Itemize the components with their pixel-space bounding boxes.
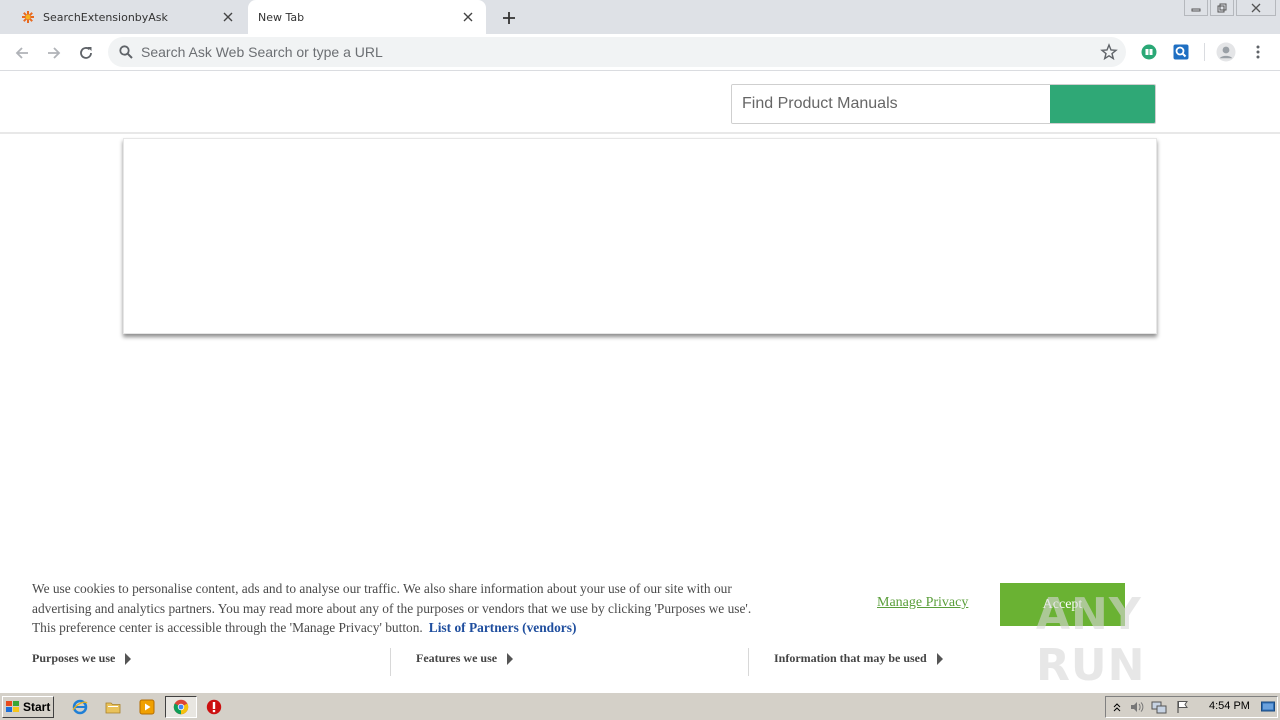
section-divider: [748, 648, 749, 676]
information-label: Information that may be used: [774, 651, 927, 665]
watermark-text: ANY RUN: [1036, 589, 1146, 691]
address-bar[interactable]: [108, 37, 1126, 67]
information-toggle[interactable]: Information that may be used: [774, 651, 943, 666]
reload-button[interactable]: [74, 41, 98, 65]
system-tray: 4:54 PM: [1105, 696, 1278, 718]
forward-arrow-icon: [48, 47, 61, 59]
window-controls: [1182, 0, 1276, 18]
close-window-button[interactable]: [1236, 0, 1276, 16]
manuals-search-input[interactable]: [732, 85, 1050, 123]
anyrun-watermark: ANY RUN: [1036, 589, 1236, 691]
menu-kebab-icon[interactable]: [1248, 42, 1268, 62]
close-tab-icon[interactable]: [218, 7, 238, 27]
content-card: [123, 138, 1157, 334]
media-player-icon[interactable]: [136, 696, 158, 718]
minimize-button[interactable]: [1184, 0, 1208, 16]
ask-favicon-icon: [20, 9, 36, 25]
opera-warning-icon[interactable]: [203, 696, 225, 718]
network-icon[interactable]: [1151, 700, 1167, 714]
extension-green-icon[interactable]: [1139, 42, 1159, 62]
show-desktop-icon[interactable]: [1260, 700, 1276, 714]
purposes-label: Purposes we use: [32, 651, 116, 665]
start-button[interactable]: Start: [2, 696, 54, 718]
browser-toolbar: [0, 34, 1280, 71]
toolbar-separator: [1204, 43, 1205, 61]
manage-privacy-link[interactable]: Manage Privacy: [877, 595, 968, 611]
section-divider: [390, 648, 391, 676]
start-label: Start: [23, 700, 51, 714]
new-tab-button[interactable]: [498, 7, 520, 29]
cookie-message: We use cookies to personalise content, a…: [32, 581, 752, 635]
tab-title: New Tab: [258, 10, 305, 24]
plus-icon: [503, 12, 515, 24]
tab-searchextension[interactable]: SearchExtensionbyAsk: [8, 0, 246, 34]
chrome-icon: [173, 699, 189, 715]
expand-arrow-icon: [936, 652, 943, 665]
tab-strip: SearchExtensionbyAsk New Tab: [0, 0, 1280, 34]
features-label: Features we use: [416, 651, 498, 665]
page-header: [0, 72, 1280, 134]
back-button[interactable]: [10, 41, 34, 65]
tab-title: SearchExtensionbyAsk: [43, 10, 168, 24]
reload-icon: [80, 47, 92, 59]
taskbar: Start 4:54 PM: [0, 692, 1280, 720]
search-icon: [119, 45, 133, 59]
restore-button[interactable]: [1210, 0, 1234, 16]
back-arrow-icon: [15, 47, 28, 59]
screen: SearchExtensionbyAsk New Tab Search Ask …: [0, 0, 1280, 720]
internet-explorer-icon[interactable]: [69, 696, 91, 718]
profile-avatar-icon[interactable]: [1216, 42, 1236, 62]
purposes-toggle[interactable]: Purposes we use: [32, 651, 132, 666]
tab-new-tab[interactable]: New Tab: [248, 0, 486, 34]
expand-arrow-icon: [507, 652, 514, 665]
tray-expand-icon[interactable]: [1109, 700, 1125, 714]
clock[interactable]: 4:54 PM: [1209, 700, 1250, 712]
address-input[interactable]: [141, 42, 1081, 62]
close-tab-icon[interactable]: [458, 7, 478, 27]
windows-logo-icon: [6, 701, 19, 712]
extension-search-icon[interactable]: [1171, 42, 1191, 62]
volume-icon[interactable]: [1129, 700, 1145, 714]
expand-arrow-icon: [125, 652, 132, 665]
manuals-search-box: [731, 84, 1156, 124]
chrome-taskbar-button[interactable]: [165, 696, 197, 718]
file-explorer-icon[interactable]: [102, 696, 124, 718]
action-center-flag-icon[interactable]: [1175, 700, 1191, 714]
manuals-search-button[interactable]: [1050, 85, 1155, 123]
bookmark-star-icon[interactable]: [1100, 43, 1118, 61]
forward-button[interactable]: [42, 41, 66, 65]
features-toggle[interactable]: Features we use: [416, 651, 514, 666]
partners-link[interactable]: List of Partners (vendors): [429, 620, 577, 635]
cookie-text: We use cookies to personalise content, a…: [32, 579, 772, 638]
